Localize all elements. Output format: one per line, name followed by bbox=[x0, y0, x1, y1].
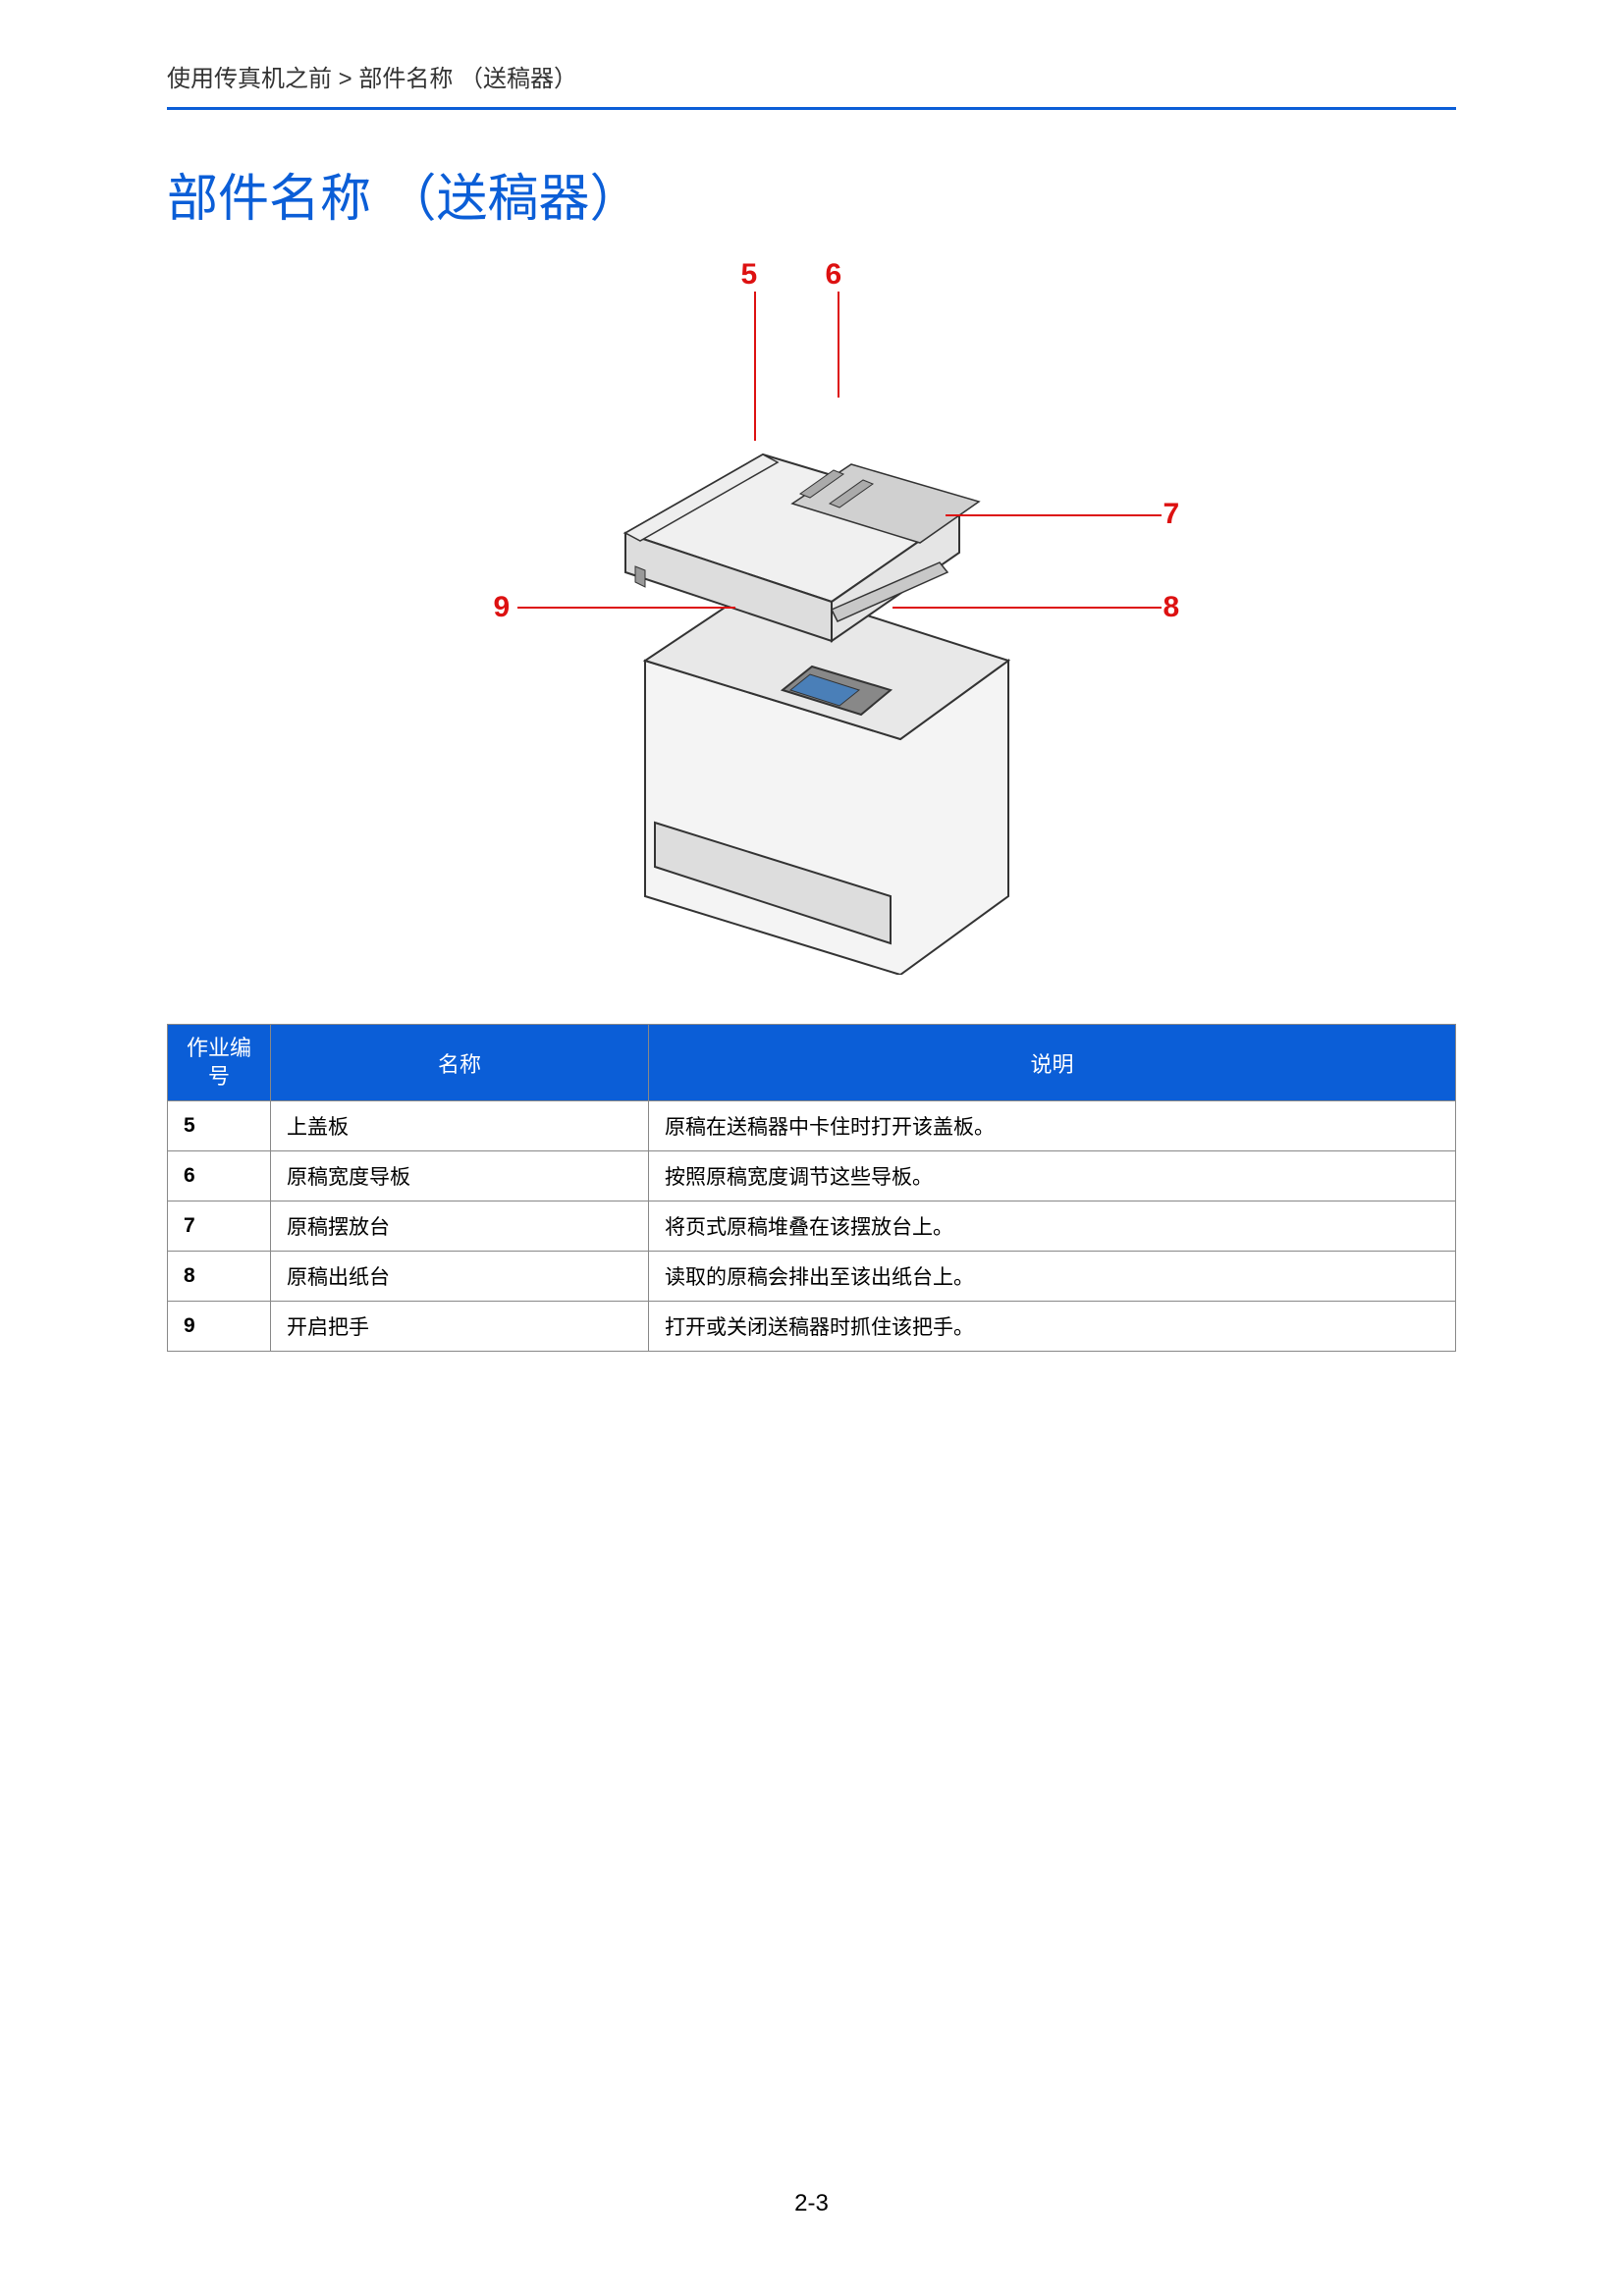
callout-5-line bbox=[754, 292, 756, 441]
th-no: 作业编号 bbox=[168, 1025, 271, 1101]
cell-name: 开启把手 bbox=[271, 1302, 649, 1352]
cell-no: 6 bbox=[168, 1151, 271, 1201]
page-title: 部件名称 （送稿器） bbox=[167, 157, 1456, 231]
callout-7-line bbox=[946, 514, 1162, 516]
table-row: 5 上盖板 原稿在送稿器中卡住时打开该盖板。 bbox=[168, 1101, 1456, 1151]
printer-icon bbox=[586, 347, 1038, 975]
table-row: 6 原稿宽度导板 按照原稿宽度调节这些导板。 bbox=[168, 1151, 1456, 1201]
callout-8: 8 bbox=[1163, 591, 1180, 624]
callout-6: 6 bbox=[826, 258, 842, 292]
cell-no: 7 bbox=[168, 1201, 271, 1252]
cell-desc: 打开或关闭送稿器时抓住该把手。 bbox=[649, 1302, 1456, 1352]
cell-name: 原稿宽度导板 bbox=[271, 1151, 649, 1201]
cell-desc: 按照原稿宽度调节这些导板。 bbox=[649, 1151, 1456, 1201]
table-row: 8 原稿出纸台 读取的原稿会排出至该出纸台上。 bbox=[168, 1252, 1456, 1302]
printer-diagram: 5 6 7 8 9 bbox=[409, 258, 1215, 985]
breadcrumb: 使用传真机之前 > 部件名称 （送稿器） bbox=[167, 59, 1456, 110]
cell-no: 8 bbox=[168, 1252, 271, 1302]
table-row: 7 原稿摆放台 将页式原稿堆叠在该摆放台上。 bbox=[168, 1201, 1456, 1252]
parts-table: 作业编号 名称 说明 5 上盖板 原稿在送稿器中卡住时打开该盖板。 6 原稿宽度… bbox=[167, 1024, 1456, 1352]
callout-5: 5 bbox=[741, 258, 758, 292]
cell-no: 9 bbox=[168, 1302, 271, 1352]
diagram-container: 5 6 7 8 9 bbox=[167, 258, 1456, 985]
callout-9-line bbox=[517, 607, 735, 609]
callout-6-line bbox=[838, 292, 839, 398]
cell-desc: 将页式原稿堆叠在该摆放台上。 bbox=[649, 1201, 1456, 1252]
th-desc: 说明 bbox=[649, 1025, 1456, 1101]
page-number: 2-3 bbox=[0, 2190, 1623, 2217]
cell-name: 原稿摆放台 bbox=[271, 1201, 649, 1252]
cell-desc: 原稿在送稿器中卡住时打开该盖板。 bbox=[649, 1101, 1456, 1151]
th-name: 名称 bbox=[271, 1025, 649, 1101]
cell-no: 5 bbox=[168, 1101, 271, 1151]
callout-8-line bbox=[893, 607, 1162, 609]
callout-7: 7 bbox=[1163, 498, 1180, 531]
cell-name: 原稿出纸台 bbox=[271, 1252, 649, 1302]
cell-name: 上盖板 bbox=[271, 1101, 649, 1151]
table-row: 9 开启把手 打开或关闭送稿器时抓住该把手。 bbox=[168, 1302, 1456, 1352]
callout-9: 9 bbox=[494, 591, 511, 624]
cell-desc: 读取的原稿会排出至该出纸台上。 bbox=[649, 1252, 1456, 1302]
